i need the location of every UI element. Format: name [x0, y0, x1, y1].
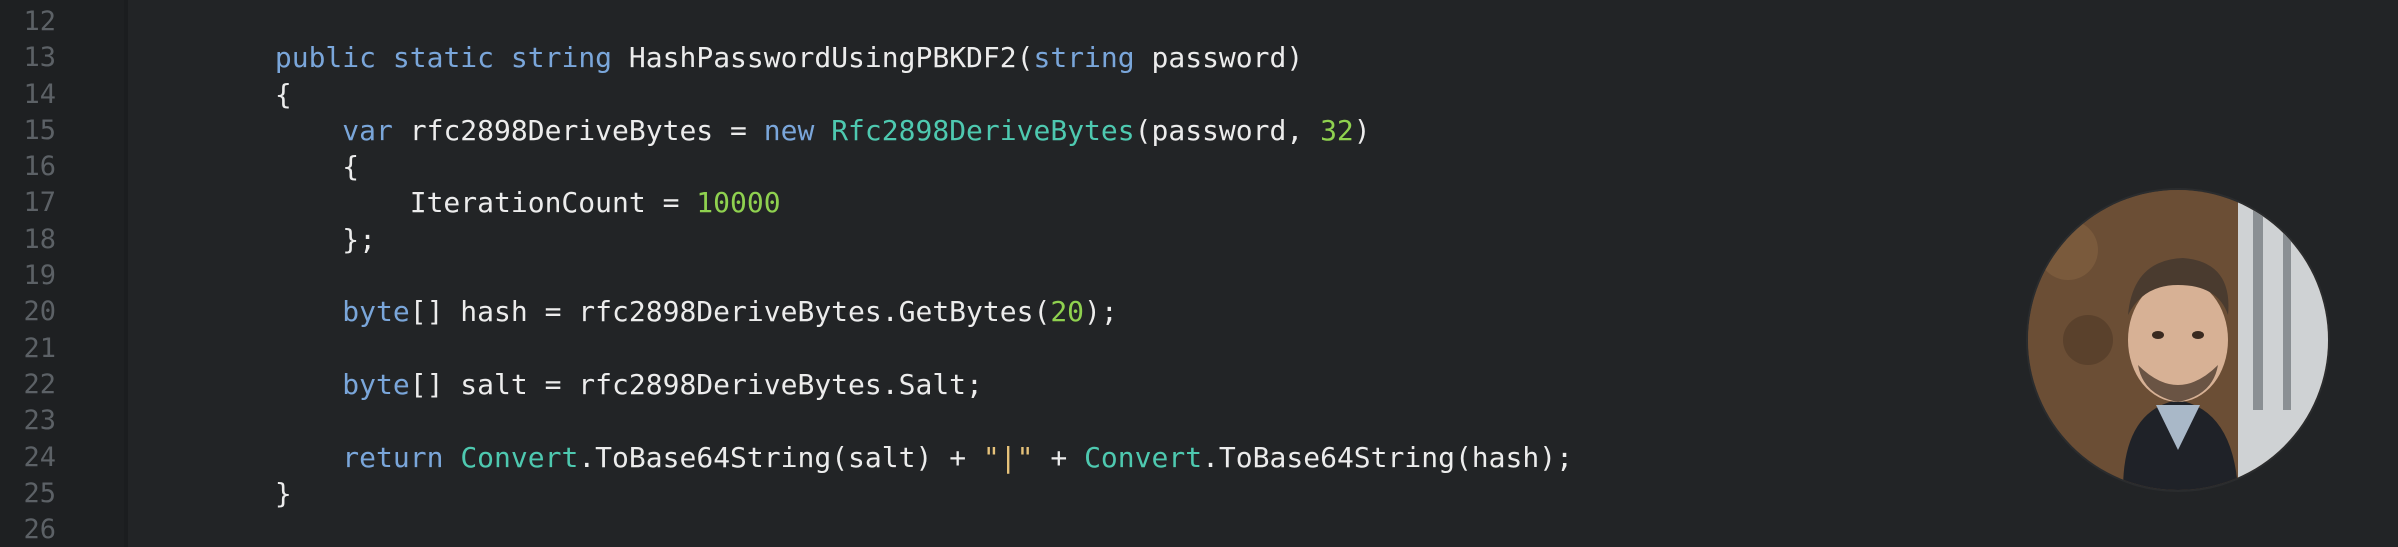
- code-line: 16 {: [0, 149, 2398, 185]
- code-token: IterationCount =: [140, 186, 697, 220]
- code-line: 17 IterationCount = 10000: [0, 185, 2398, 221]
- code-token: "|": [982, 440, 1034, 474]
- line-code: {: [140, 149, 359, 185]
- code-token: {: [140, 150, 360, 184]
- code-token: +: [1033, 440, 1085, 474]
- code-line: 25 }: [0, 476, 2398, 512]
- code-line: 14 {: [0, 77, 2398, 113]
- code-token: string: [1033, 41, 1135, 75]
- line-number: 23: [23, 405, 56, 437]
- code-token: .ToBase64String(salt) +: [578, 440, 983, 474]
- code-token: {: [140, 77, 292, 111]
- code-token: 10000: [696, 186, 781, 220]
- line-code: var rfc2898DeriveBytes = new Rfc2898Deri…: [140, 113, 1371, 149]
- line-number: 21: [23, 332, 56, 364]
- code-token: [] hash = rfc2898DeriveBytes.GetBytes(: [409, 295, 1051, 329]
- line-number: 20: [23, 296, 56, 328]
- code-token: byte: [342, 367, 410, 401]
- code-token: return: [342, 440, 444, 474]
- code-line: 12: [0, 4, 2398, 40]
- code-token: Convert: [460, 440, 579, 474]
- code-line: 15 var rfc2898DeriveBytes = new Rfc2898D…: [0, 113, 2398, 149]
- code-line: 18 };: [0, 222, 2398, 258]
- line-number: 16: [23, 151, 56, 183]
- code-token: password): [1134, 41, 1304, 75]
- line-code: }: [140, 476, 292, 512]
- code-token: rfc2898DeriveBytes =: [392, 113, 764, 147]
- code-token: 20: [1050, 295, 1085, 329]
- code-token: .ToBase64String(hash);: [1202, 440, 1573, 474]
- line-number: 13: [23, 42, 56, 74]
- line-number: 19: [23, 260, 56, 292]
- line-number: 24: [23, 441, 56, 473]
- line-number: 14: [23, 78, 56, 110]
- code-token: };: [140, 222, 377, 256]
- line-code: IterationCount = 10000: [140, 185, 781, 221]
- code-token: [] salt = rfc2898DeriveBytes.Salt;: [409, 367, 983, 401]
- code-line: 23: [0, 403, 2398, 439]
- code-token: Convert: [1084, 440, 1203, 474]
- code-token: 32: [1320, 113, 1354, 147]
- line-number: 17: [23, 187, 56, 219]
- code-token: }: [140, 476, 292, 510]
- code-token: Rfc2898DeriveBytes: [831, 113, 1135, 147]
- line-number: 25: [23, 477, 56, 509]
- speaker-photo-icon: [2028, 190, 2328, 490]
- code-token: HashPasswordUsingPBKDF2(: [612, 41, 1034, 75]
- code-token: public: [274, 41, 377, 75]
- line-code: return Convert.ToBase64String(salt) + "|…: [140, 440, 1573, 476]
- line-code: {: [140, 77, 292, 113]
- line-code: byte[] salt = rfc2898DeriveBytes.Salt;: [140, 367, 983, 403]
- code-lines: 12 13 public static string HashPasswordUs…: [0, 4, 2398, 547]
- code-token: new: [763, 113, 815, 147]
- line-number: 12: [23, 6, 56, 37]
- line-code: };: [140, 222, 376, 258]
- line-number: 18: [23, 223, 56, 255]
- code-token: byte: [342, 295, 410, 329]
- code-token: var: [342, 113, 393, 147]
- code-token: ): [1353, 113, 1371, 147]
- line-code: public static string HashPasswordUsingPB…: [140, 40, 1303, 76]
- code-line: 24 return Convert.ToBase64String(salt) +…: [0, 440, 2398, 476]
- line-number: 15: [23, 114, 56, 146]
- line-number: 26: [23, 514, 56, 546]
- code-token: static: [392, 41, 495, 75]
- code-editor: 12 13 public static string HashPasswordUs…: [0, 0, 2398, 547]
- code-line: 13 public static string HashPasswordUsin…: [0, 40, 2398, 76]
- line-code: byte[] hash = rfc2898DeriveBytes.GetByte…: [140, 294, 1118, 330]
- code-line: 26: [0, 512, 2398, 547]
- line-number: 22: [23, 368, 56, 400]
- code-token: );: [1084, 295, 1118, 329]
- code-token: (password,: [1134, 113, 1321, 147]
- avatar: [2028, 190, 2328, 490]
- code-token: string: [510, 41, 613, 75]
